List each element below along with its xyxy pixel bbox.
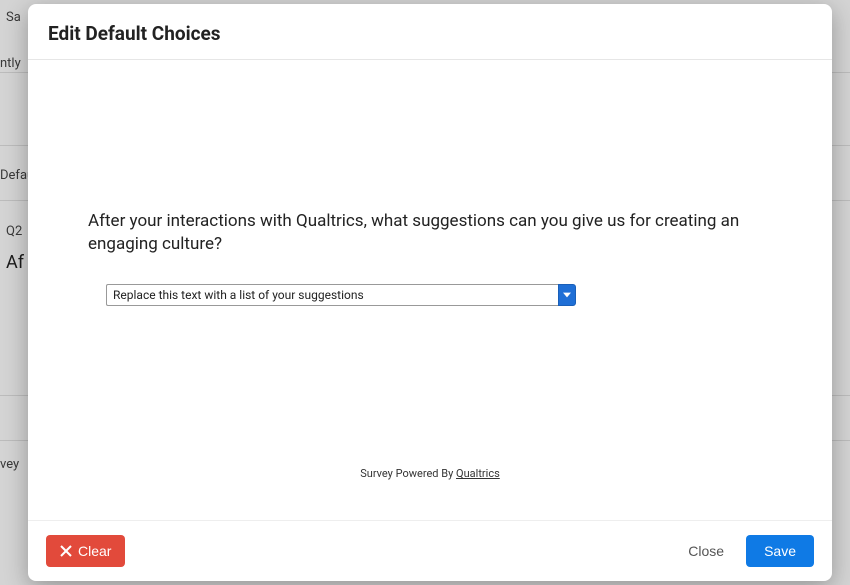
powered-by: Survey Powered By Qualtrics [28, 457, 832, 520]
caret-down-icon [563, 292, 571, 298]
modal-footer: Clear Close Save [28, 520, 832, 581]
close-icon [60, 545, 72, 557]
close-button-label: Close [688, 543, 724, 559]
modal-body: After your interactions with Qualtrics, … [28, 60, 832, 520]
modal-title: Edit Default Choices [48, 22, 812, 45]
powered-by-prefix: Survey Powered By [360, 467, 456, 480]
question-text: After your interactions with Qualtrics, … [88, 210, 772, 256]
clear-button-label: Clear [78, 543, 111, 559]
save-button[interactable]: Save [746, 535, 814, 567]
save-button-label: Save [764, 543, 796, 559]
edit-default-choices-modal: Edit Default Choices After your interact… [28, 4, 832, 581]
powered-by-link[interactable]: Qualtrics [456, 467, 500, 480]
modal-header: Edit Default Choices [28, 4, 832, 60]
suggestions-dropdown-caret-button[interactable] [558, 284, 576, 306]
footer-right: Close Save [682, 535, 814, 567]
suggestions-dropdown-value[interactable]: Replace this text with a list of your su… [106, 284, 558, 306]
suggestions-dropdown[interactable]: Replace this text with a list of your su… [88, 284, 772, 306]
clear-button[interactable]: Clear [46, 535, 125, 567]
modal-body-content: After your interactions with Qualtrics, … [28, 60, 832, 457]
close-button[interactable]: Close [682, 535, 730, 567]
